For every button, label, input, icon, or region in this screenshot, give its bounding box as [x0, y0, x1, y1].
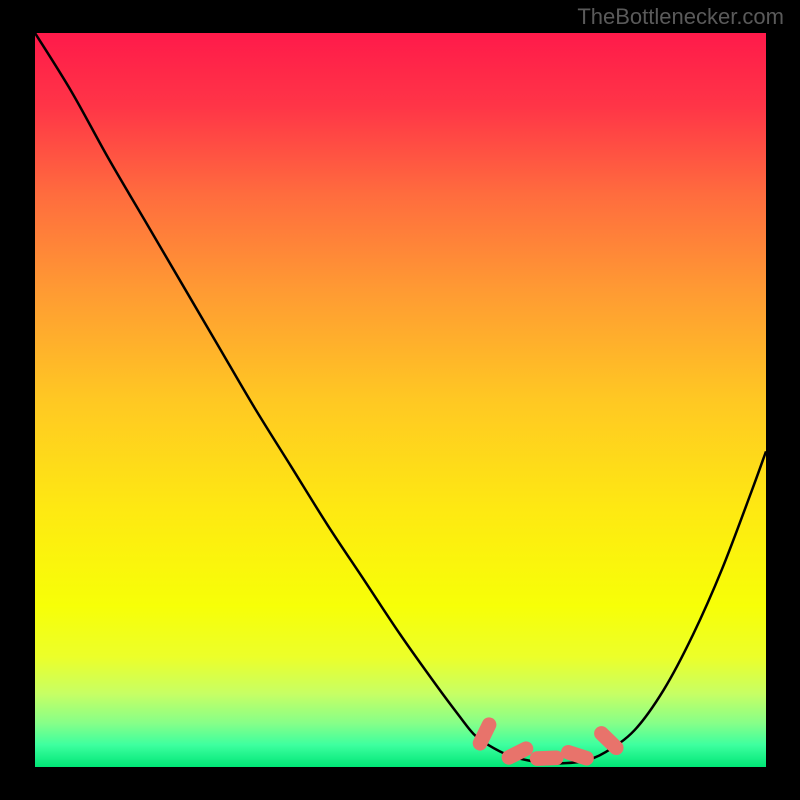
chart-plot-area — [35, 33, 766, 767]
chart-svg — [35, 33, 766, 767]
chart-background — [35, 33, 766, 767]
watermark-text: TheBottlenecker.com — [577, 4, 784, 30]
